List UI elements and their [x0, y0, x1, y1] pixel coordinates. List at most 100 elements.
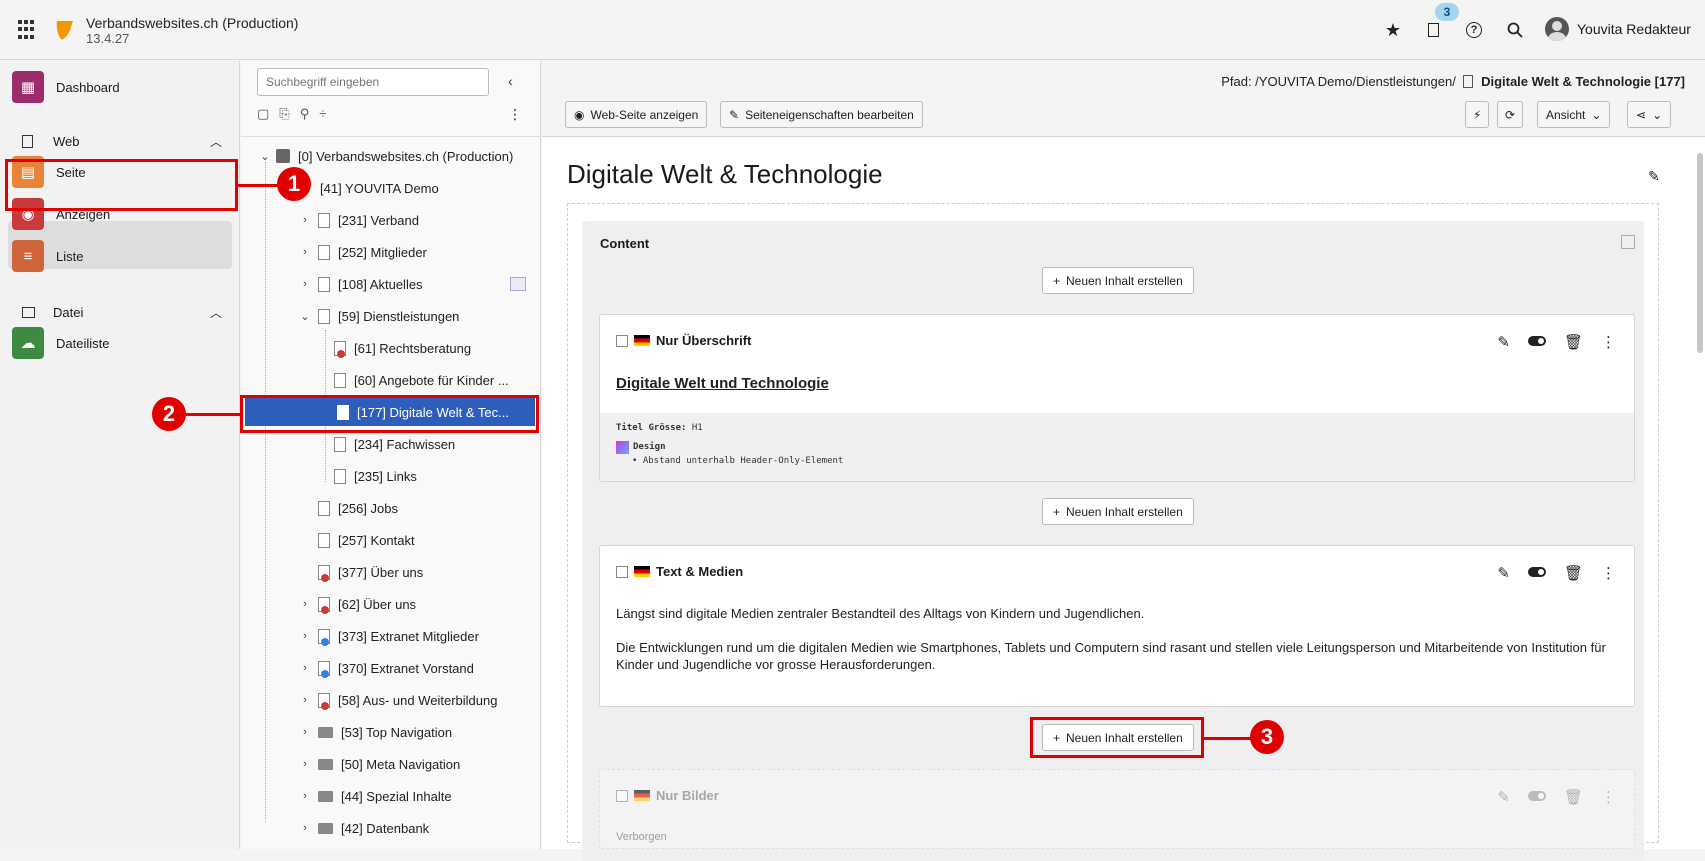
chevron-right-icon[interactable]: › [298, 694, 312, 706]
callout-number: 2 [152, 397, 186, 431]
group-datei[interactable]: Datei ︿ [12, 304, 222, 321]
more-icon[interactable]: ⋮ [1601, 788, 1616, 806]
tree-node[interactable]: › [370] Extranet Vorstand [298, 654, 474, 682]
view-webpage-button[interactable]: ◉ Web-Seite anzeigen [565, 101, 708, 128]
node-label: [370] Extranet Vorstand [338, 660, 474, 676]
column-edit-icon[interactable] [1621, 235, 1635, 249]
page-title: Digitale Welt & Technologie [567, 159, 883, 189]
toggle-visibility-icon[interactable] [1527, 791, 1546, 801]
trash-icon[interactable]: 🗑 [1564, 564, 1583, 582]
content-element-hidden[interactable]: Nur Bilder ✎ 🗑 ⋮ Verborgen [599, 769, 1635, 849]
edit-page-properties-button[interactable]: ✎ Seiteneigenschaften bearbeiten [720, 101, 923, 128]
pencil-icon[interactable]: ✎ [1497, 564, 1510, 582]
chevron-right-icon[interactable]: › [298, 246, 312, 258]
more-icon[interactable]: ⋮ [1601, 333, 1616, 351]
reload-button[interactable]: ⟳ [1497, 101, 1524, 128]
module-liste[interactable]: ≡ Liste [12, 240, 83, 272]
content-element[interactable]: Text & Medien ✎ 🗑 ⋮ Längst sind digitale M… [599, 545, 1635, 707]
tree-node[interactable]: [257] Kontakt [318, 526, 415, 554]
view-dropdown[interactable]: Ansicht ⌄ [1537, 101, 1611, 128]
chevron-right-icon[interactable]: › [298, 662, 312, 674]
chevron-down-icon[interactable]: ⌄ [298, 310, 312, 323]
new-content-button[interactable]: + Neuen Inhalt erstellen [1042, 267, 1194, 294]
node-label: [62] Über uns [338, 596, 417, 612]
typo3-logo[interactable] [55, 19, 75, 41]
tree-node[interactable]: [61] Rechtsberatung [334, 334, 471, 362]
more-icon[interactable]: ⋮ [1601, 564, 1616, 582]
tree-node[interactable]: [234] Fachwissen [334, 430, 455, 458]
body-text: Längst sind digitale Medien zentraler Be… [616, 606, 1145, 621]
node-label: [42] Datenbank [341, 820, 430, 836]
page-extranet-icon [318, 660, 330, 678]
tree-node[interactable]: › [58] Aus- und Weiterbildung [298, 686, 497, 714]
chevron-right-icon[interactable]: › [298, 278, 312, 290]
toggle-visibility-icon[interactable] [1527, 336, 1546, 346]
pencil-icon[interactable]: ✎ [1497, 333, 1510, 351]
node-label: [252] Mitglieder [338, 244, 427, 260]
user-name: Youvita Redakteur [1577, 21, 1691, 37]
help-icon[interactable]: ? [1462, 18, 1486, 42]
content-element[interactable]: Nur Überschrift ✎ 🗑 ⋮ Digitale Welt und Te… [599, 314, 1635, 482]
tree-node[interactable]: ⌄ [0] Verbandswebsites.ch (Production) [258, 142, 513, 170]
group-label: Web [53, 134, 80, 149]
star-icon[interactable]: ★ [1381, 18, 1405, 42]
new-page-icon[interactable]: ▢ [257, 106, 269, 122]
search-icon[interactable] [1503, 18, 1527, 42]
tree-node[interactable]: › [231] Verband [298, 206, 419, 234]
pencil-icon[interactable]: ✎ [1648, 168, 1660, 185]
tree-node[interactable]: › [44] Spezial Inhalte [298, 782, 451, 810]
app-menu-icon[interactable] [18, 20, 38, 40]
chevron-right-icon[interactable]: › [298, 726, 312, 738]
chevron-right-icon[interactable]: › [298, 214, 312, 226]
module-dateiliste[interactable]: ☁ Dateiliste [12, 327, 109, 359]
node-label: [108] Aktuelles [338, 276, 423, 292]
filelist-icon: ☁ [12, 327, 44, 359]
pencil-icon[interactable]: ✎ [1497, 788, 1510, 806]
chevron-right-icon[interactable]: › [298, 790, 312, 802]
tree-node[interactable]: [60] Angebote für Kinder ... [334, 366, 509, 394]
node-label: [377] Über uns [338, 564, 424, 580]
textmedia-type-icon [616, 565, 628, 578]
trash-icon[interactable]: 🗑 [1564, 333, 1583, 351]
clear-cache-button[interactable]: ⚡ [1465, 101, 1490, 128]
new-content-button[interactable]: + Neuen Inhalt erstellen [1042, 498, 1194, 525]
divider-icon[interactable]: ÷ [319, 106, 326, 122]
node-label: [58] Aus- und Weiterbildung [338, 692, 498, 708]
page-icon [318, 308, 330, 324]
paste-page-icon[interactable]: ⎘ [279, 106, 289, 122]
chevron-right-icon[interactable]: › [298, 598, 312, 610]
group-web[interactable]: Web ︿ [12, 133, 222, 150]
tree-node[interactable]: › [108] Aktuelles [298, 270, 526, 298]
more-icon[interactable]: ⋮ [508, 106, 522, 123]
node-label: [41] YOUVITA Demo [320, 180, 439, 196]
header-type-icon [616, 334, 628, 347]
tree-node[interactable]: [235] Links [334, 462, 417, 490]
share-dropdown[interactable]: ⋖ ⌄ [1627, 101, 1672, 128]
tree-node[interactable]: › [252] Mitglieder [298, 238, 427, 266]
chevron-right-icon[interactable]: › [298, 758, 312, 770]
toggle-visibility-icon[interactable] [1527, 567, 1546, 577]
user-menu[interactable]: Youvita Redakteur [1545, 17, 1691, 41]
tree-node[interactable]: › [373] Extranet Mitglieder [298, 622, 479, 650]
tree-node[interactable]: ⌄ [59] Dienstleistungen [298, 302, 459, 330]
german-flag-icon [634, 335, 650, 346]
button-label: Neuen Inhalt erstellen [1066, 504, 1183, 519]
tree-node[interactable]: › [50] Meta Navigation [298, 750, 460, 778]
chevron-right-icon[interactable]: › [298, 822, 312, 834]
trash-icon[interactable]: 🗑 [1564, 788, 1583, 806]
chevron-left-icon[interactable]: ‹ [508, 73, 513, 89]
node-label: [231] Verband [338, 212, 419, 228]
module-dashboard[interactable]: ▦ Dashboard [12, 71, 120, 103]
scrollbar[interactable] [1697, 153, 1703, 353]
tree-node[interactable]: › [42] Datenbank [298, 814, 429, 842]
open-documents-icon[interactable] [1421, 18, 1445, 42]
tree-node[interactable]: [256] Jobs [318, 494, 398, 522]
tree-node[interactable]: › [62] Über uns [298, 590, 416, 618]
tree-search-input[interactable] [257, 68, 489, 96]
chevron-down-icon[interactable]: ⌄ [258, 150, 272, 163]
tree-node[interactable]: [41] YOUVITA Demo [298, 174, 439, 202]
tree-node[interactable]: › [53] Top Navigation [298, 718, 452, 746]
chevron-right-icon[interactable]: › [298, 630, 312, 642]
link-icon[interactable]: ⚲ [300, 106, 310, 122]
tree-node[interactable]: [377] Über uns [318, 558, 423, 586]
